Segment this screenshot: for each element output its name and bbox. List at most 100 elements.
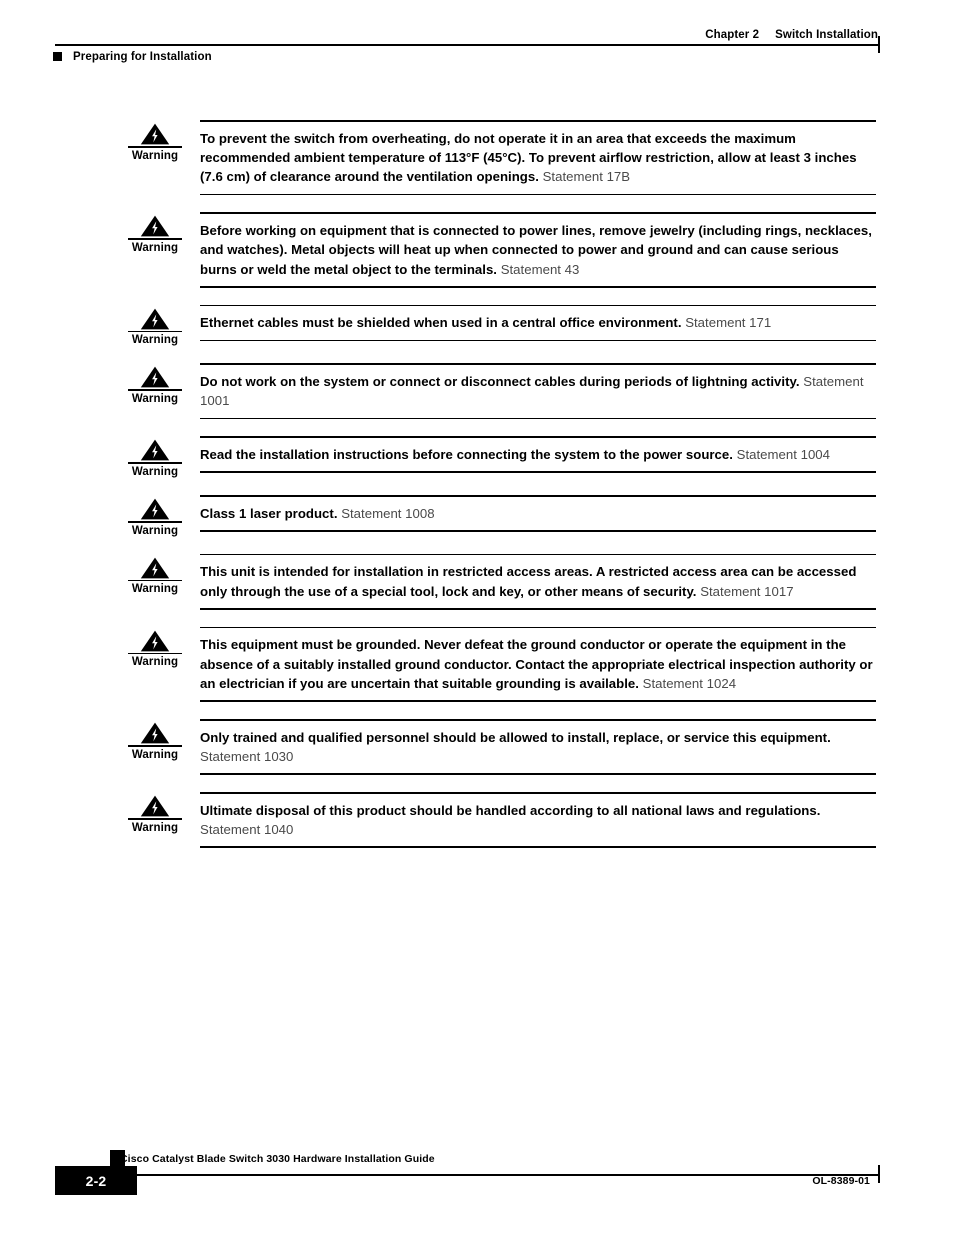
warning-gutter: Warning bbox=[0, 627, 200, 668]
warning-block: Warning Class 1 laser product. Statement … bbox=[0, 495, 954, 537]
warning-statement-id: Statement 1008 bbox=[341, 505, 435, 521]
icon-underline bbox=[128, 462, 182, 464]
warning-rule-bottom bbox=[200, 286, 876, 288]
header-chapter-title: Switch Installation bbox=[775, 29, 878, 41]
warning-text-main: This equipment must be grounded. Never d… bbox=[200, 637, 873, 691]
warning-gutter: Warning bbox=[0, 719, 200, 761]
warning-lightning-triangle-icon bbox=[124, 630, 186, 655]
warning-text: Before working on equipment that is conn… bbox=[200, 214, 876, 286]
warning-block: Warning Read the installation instruction… bbox=[0, 436, 954, 478]
warning-gutter: Warning bbox=[0, 120, 200, 162]
warning-block: Warning Do not work on the system or conn… bbox=[0, 363, 954, 420]
warning-body: Before working on equipment that is conn… bbox=[200, 212, 954, 288]
icon-underline bbox=[128, 818, 182, 820]
icon-underline bbox=[128, 389, 182, 391]
icon-underline bbox=[128, 330, 182, 333]
warning-lightning-triangle-icon bbox=[124, 215, 186, 240]
warning-text: Ultimate disposal of this product should… bbox=[200, 794, 876, 847]
warning-body: Class 1 laser product. Statement 1008 bbox=[200, 495, 954, 532]
header-chapter-number: Chapter 2 bbox=[705, 29, 760, 41]
square-bullet-icon bbox=[53, 52, 62, 62]
warning-body: Only trained and qualified personnel sho… bbox=[200, 719, 954, 775]
warnings-list: Warning To prevent the switch from overhe… bbox=[0, 120, 954, 865]
warning-gutter: Warning bbox=[0, 436, 200, 478]
footer-rule bbox=[55, 1166, 880, 1182]
warning-statement-id: Statement 17B bbox=[542, 169, 631, 185]
warning-lightning-triangle-icon bbox=[124, 557, 186, 582]
warning-text-main: Ethernet cables must be shielded when us… bbox=[200, 315, 682, 331]
warning-statement-id: Statement 1024 bbox=[642, 676, 737, 691]
warning-label: Warning bbox=[131, 748, 179, 761]
header-section-title: Preparing for Installation bbox=[73, 50, 212, 63]
warning-statement-id: Statement 1017 bbox=[700, 583, 794, 599]
warning-text: This equipment must be grounded. Never d… bbox=[200, 628, 876, 700]
warning-statement-id: Statement 43 bbox=[500, 261, 580, 277]
warning-label: Warning bbox=[131, 334, 179, 347]
warning-body: Read the installation instructions befor… bbox=[200, 436, 954, 473]
warning-label: Warning bbox=[131, 393, 179, 405]
warning-lightning-triangle-icon bbox=[124, 123, 186, 148]
warning-block: Warning Only trained and qualified person… bbox=[0, 719, 954, 775]
header-chapter-info: Chapter 2 Switch Installation bbox=[55, 28, 878, 44]
warning-body: Ultimate disposal of this product should… bbox=[200, 792, 954, 848]
warning-lightning-triangle-icon bbox=[124, 795, 186, 820]
footer-document-id: OL-8389-01 bbox=[812, 1175, 870, 1187]
warning-block: Warning Ethernet cables must be shielded … bbox=[0, 304, 954, 347]
warning-lightning-triangle-icon bbox=[124, 722, 186, 747]
warning-body: This equipment must be grounded. Never d… bbox=[200, 626, 954, 702]
warning-label: Warning bbox=[131, 524, 179, 537]
icon-underline bbox=[128, 745, 182, 747]
warning-statement-id: Statement 1004 bbox=[736, 447, 831, 462]
icon-underline bbox=[128, 521, 182, 523]
warning-text-main: Read the installation instructions befor… bbox=[200, 447, 733, 462]
warning-text: Read the installation instructions befor… bbox=[200, 438, 876, 471]
page-header: Chapter 2 Switch Installation Preparing f… bbox=[53, 28, 880, 63]
warning-text-main: Ultimate disposal of this product should… bbox=[200, 802, 821, 818]
warning-lightning-triangle-icon bbox=[124, 439, 186, 464]
warning-body: This unit is intended for installation i… bbox=[200, 553, 954, 610]
header-rule bbox=[55, 37, 880, 52]
warning-rule-bottom bbox=[200, 846, 876, 848]
warning-gutter: Warning bbox=[0, 305, 200, 347]
warning-rule-bottom bbox=[200, 773, 876, 775]
warning-block: Warning Ultimate disposal of this product… bbox=[0, 792, 954, 848]
warning-gutter: Warning bbox=[0, 792, 200, 834]
icon-underline bbox=[128, 146, 182, 148]
warning-text: This unit is intended for installation i… bbox=[200, 555, 876, 608]
warning-text: Only trained and qualified personnel sho… bbox=[200, 721, 876, 774]
footer-guide-title: Cisco Catalyst Blade Switch 3030 Hardwar… bbox=[120, 1153, 435, 1165]
icon-underline bbox=[128, 652, 182, 655]
warning-block: Warning To prevent the switch from overhe… bbox=[0, 120, 954, 196]
warning-label: Warning bbox=[131, 242, 179, 254]
warning-lightning-triangle-icon bbox=[124, 498, 186, 523]
warning-label: Warning bbox=[131, 466, 179, 478]
warning-text: Class 1 laser product. Statement 1008 bbox=[200, 497, 876, 530]
warning-text: To prevent the switch from overheating, … bbox=[200, 122, 876, 194]
warning-rule-bottom bbox=[200, 471, 876, 473]
warning-label: Warning bbox=[131, 583, 179, 596]
warning-text: Do not work on the system or connect or … bbox=[200, 365, 876, 418]
icon-underline bbox=[128, 238, 182, 240]
warning-gutter: Warning bbox=[0, 495, 200, 537]
warning-text-main: Class 1 laser product. bbox=[200, 505, 338, 521]
warning-body: Ethernet cables must be shielded when us… bbox=[200, 304, 954, 342]
warning-lightning-triangle-icon bbox=[124, 308, 186, 333]
warning-label: Warning bbox=[131, 149, 179, 162]
warning-gutter: Warning bbox=[0, 554, 200, 596]
warning-lightning-triangle-icon bbox=[124, 366, 186, 391]
warning-statement-id: Statement 171 bbox=[685, 315, 772, 331]
warning-block: Warning This unit is intended for install… bbox=[0, 553, 954, 610]
warning-statement-id: Statement 1030 bbox=[200, 749, 294, 764]
warning-rule-bottom bbox=[200, 608, 876, 610]
warning-block: Warning This equipment must be grounded. … bbox=[0, 626, 954, 702]
warning-body: To prevent the switch from overheating, … bbox=[200, 120, 954, 196]
warning-gutter: Warning bbox=[0, 363, 200, 405]
warning-rule-bottom bbox=[200, 339, 876, 342]
warning-statement-id: Statement 1040 bbox=[200, 822, 294, 837]
warning-text-main: Do not work on the system or connect or … bbox=[200, 374, 800, 389]
warning-body: Do not work on the system or connect or … bbox=[200, 363, 954, 420]
warning-gutter: Warning bbox=[0, 212, 200, 254]
icon-underline bbox=[128, 579, 182, 582]
warning-rule-bottom bbox=[200, 530, 876, 532]
warning-rule-bottom bbox=[200, 193, 876, 196]
